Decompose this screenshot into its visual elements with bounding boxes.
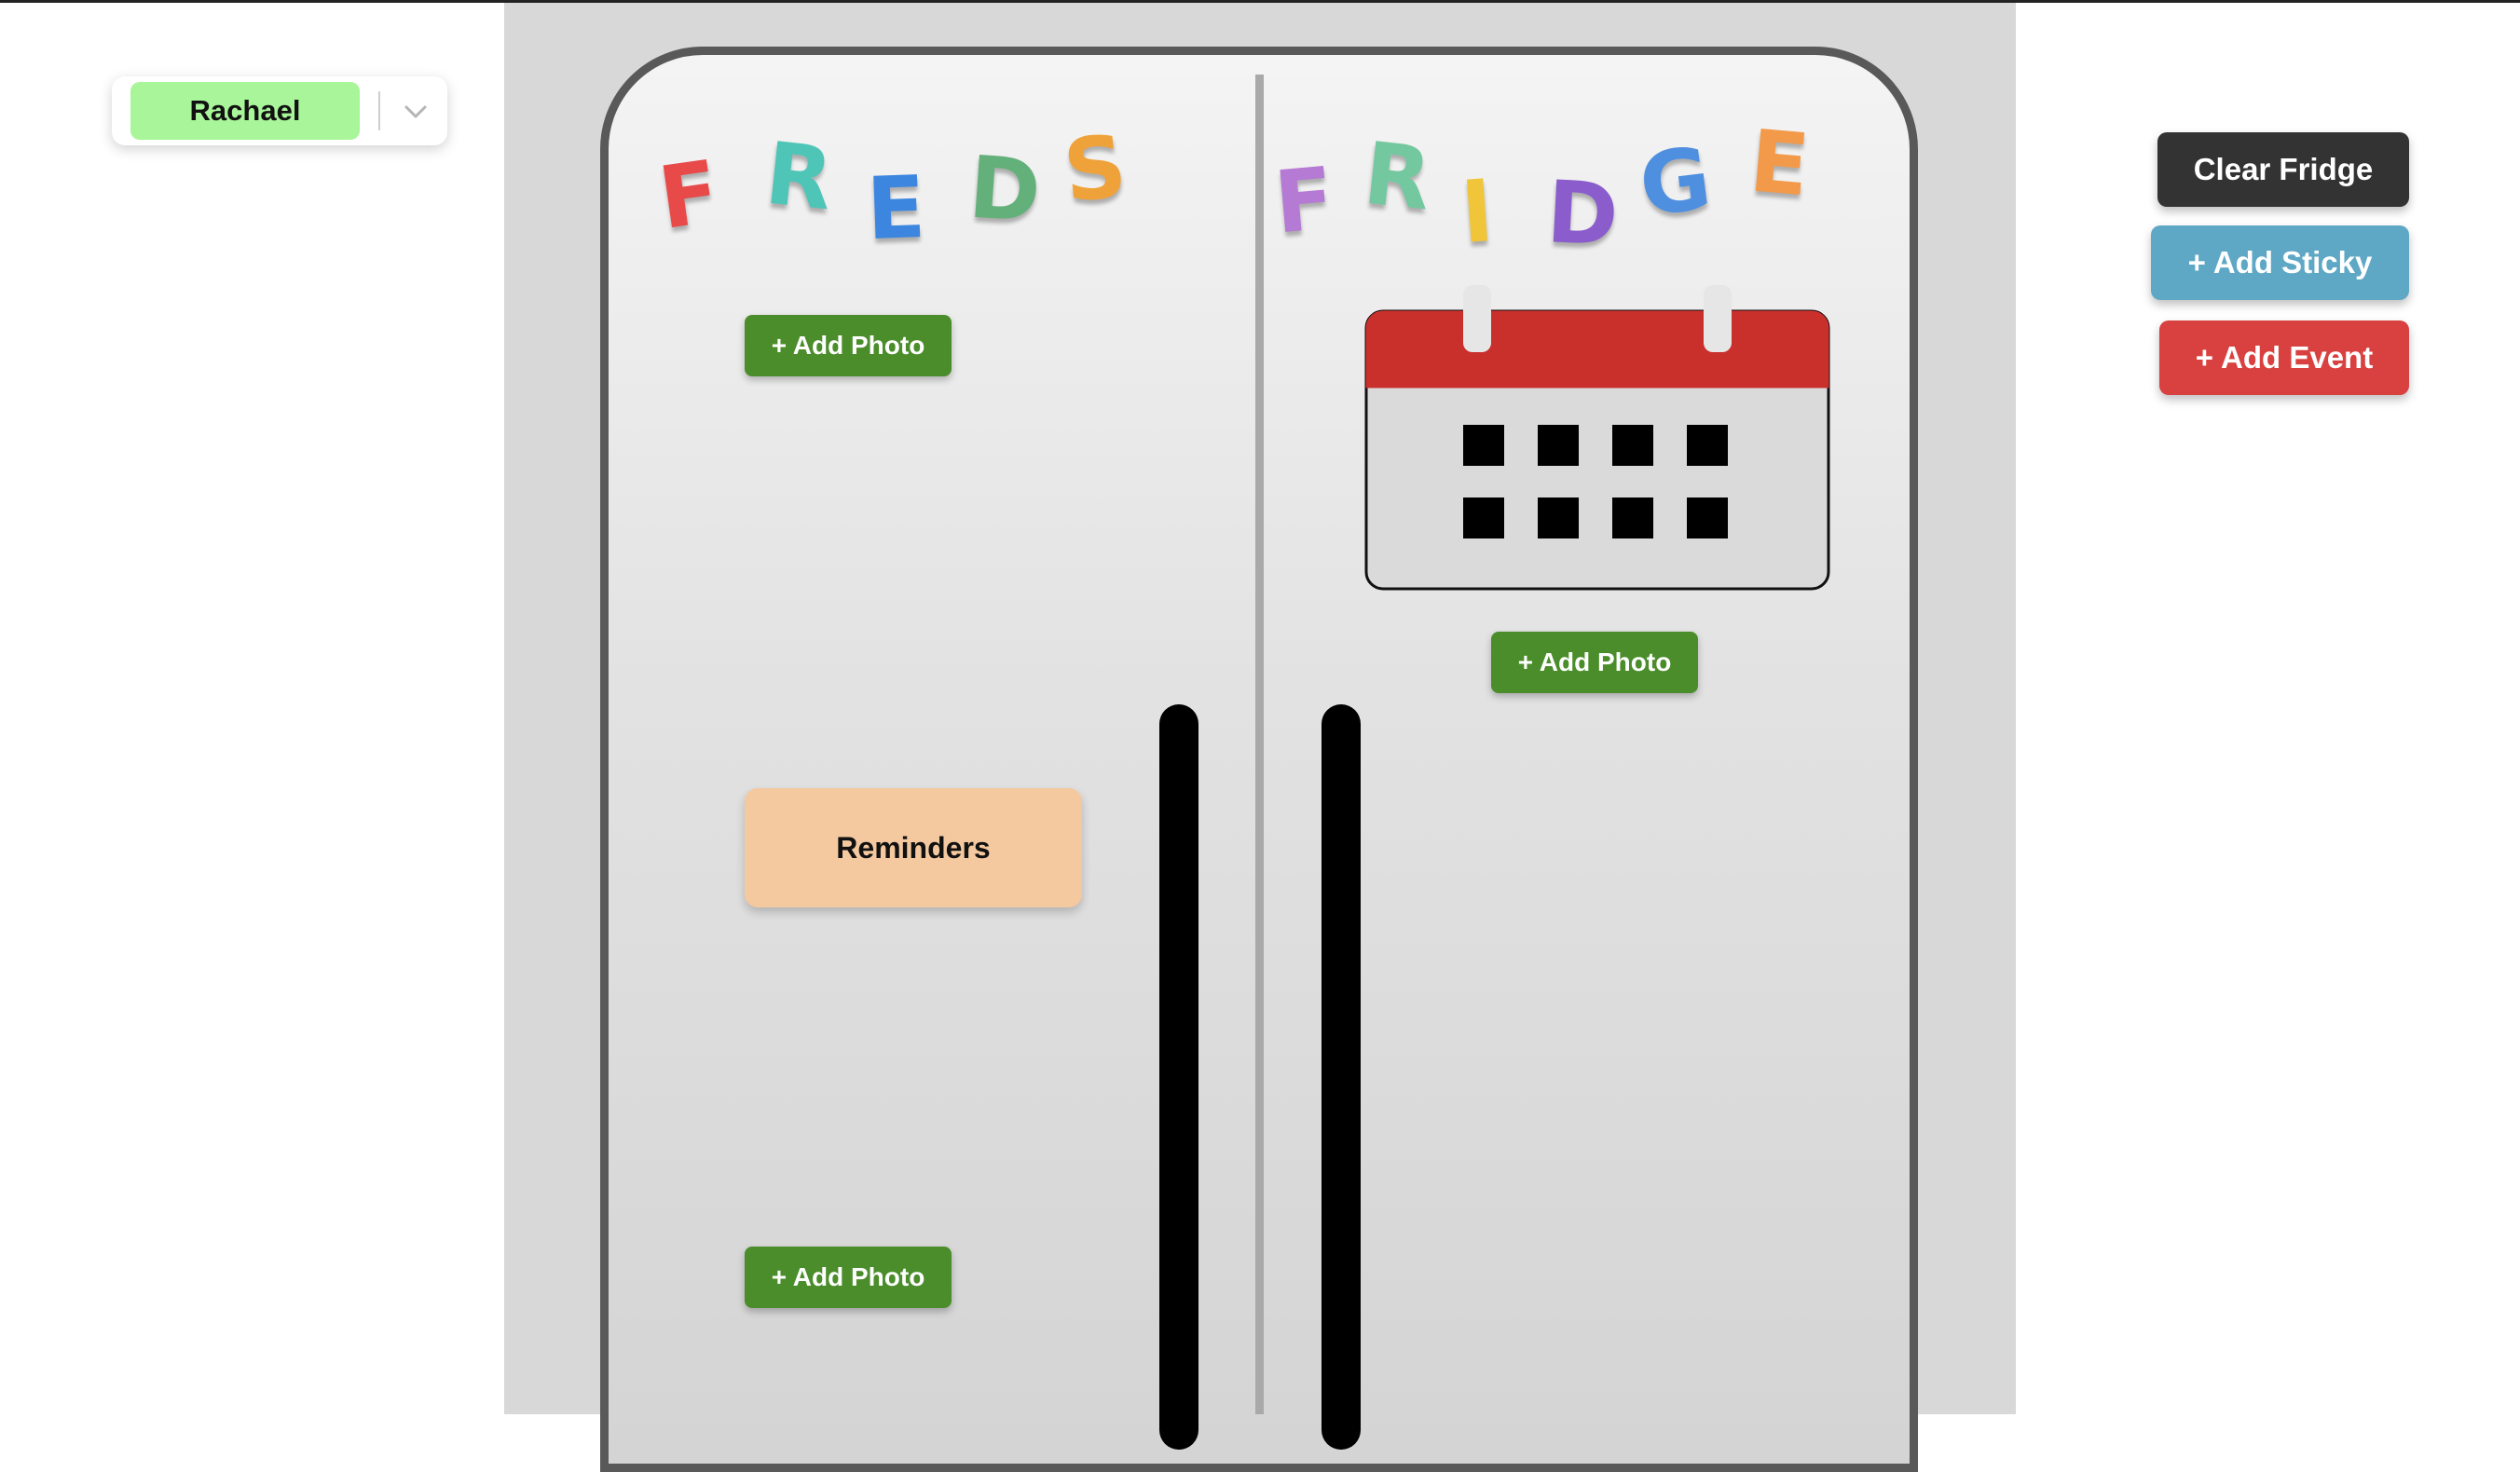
magnet-letter[interactable]: F — [653, 142, 725, 249]
magnet-letter[interactable]: E — [1746, 111, 1814, 215]
reminders-note[interactable]: Reminders — [745, 788, 1082, 907]
magnet-letter[interactable]: S — [1060, 116, 1131, 222]
magnet-letter[interactable]: D — [966, 137, 1044, 241]
magnet-letter[interactable]: D — [1544, 162, 1621, 266]
magnet-letter[interactable]: E — [865, 157, 927, 259]
add-event-button[interactable]: + Add Event — [2159, 320, 2409, 395]
selected-user[interactable]: Rachael — [130, 82, 360, 140]
add-photo-button-bottom-left[interactable]: + Add Photo — [745, 1247, 952, 1308]
magnet-letter[interactable]: R — [761, 124, 838, 230]
selector-separator — [378, 91, 380, 130]
magnet-letter[interactable]: F — [1270, 148, 1337, 252]
magnet-letter[interactable]: R — [1360, 124, 1436, 230]
magnet-letter[interactable]: I — [1458, 161, 1497, 263]
add-photo-button-right[interactable]: + Add Photo — [1491, 632, 1698, 693]
clear-fridge-button[interactable]: Clear Fridge — [2157, 132, 2409, 207]
calendar-icon[interactable] — [1364, 279, 1830, 591]
left-door-handle — [1159, 704, 1198, 1450]
add-sticky-button[interactable]: + Add Sticky — [2151, 225, 2409, 300]
add-photo-button-top-left[interactable]: + Add Photo — [745, 315, 952, 376]
door-divider — [1255, 75, 1264, 1414]
right-door-handle — [1322, 704, 1361, 1450]
user-selector[interactable]: Rachael — [112, 76, 447, 145]
magnet-letter[interactable]: G — [1635, 129, 1717, 236]
chevron-down-icon[interactable] — [397, 93, 434, 130]
